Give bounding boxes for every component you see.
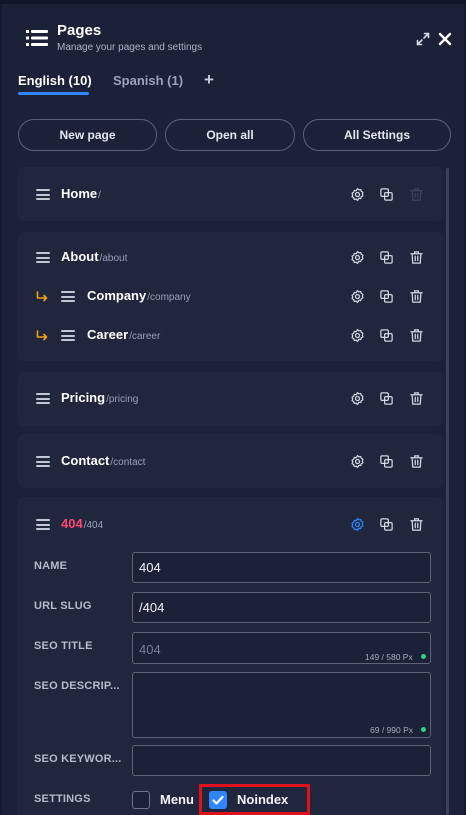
settings-label: SETTINGS	[34, 793, 91, 805]
highlight-box	[199, 784, 310, 815]
page-name: Company	[87, 288, 147, 303]
duplicate-icon[interactable]	[379, 250, 394, 265]
tab-english[interactable]: English (10)	[18, 73, 92, 88]
child-arrow-icon	[36, 329, 48, 341]
child-arrow-icon	[36, 290, 48, 302]
page-slug: /company	[147, 292, 191, 303]
page-slug: /about	[99, 253, 128, 264]
status-ok-dot	[421, 654, 426, 659]
panel-subtitle: Manage your pages and settings	[57, 42, 203, 53]
page-row-pricing[interactable]: Pricing/pricing	[61, 390, 138, 405]
scrollbar[interactable]	[446, 168, 449, 815]
duplicate-icon[interactable]	[379, 187, 394, 202]
delete-icon[interactable]	[409, 328, 424, 343]
duplicate-icon[interactable]	[379, 289, 394, 304]
settings-gear-icon[interactable]	[350, 391, 365, 406]
seo-description-label: SEO DESCRIP...	[34, 680, 120, 692]
drag-handle-icon[interactable]	[36, 189, 50, 200]
menu-checkbox[interactable]	[132, 791, 150, 809]
name-input[interactable]: 404	[132, 552, 431, 583]
delete-icon[interactable]	[409, 289, 424, 304]
url-slug-input[interactable]: /404	[132, 592, 431, 623]
settings-gear-icon[interactable]	[350, 250, 365, 265]
seo-keywords-input[interactable]	[132, 745, 431, 776]
page-name: About	[61, 249, 99, 264]
page-slug: /pricing	[106, 394, 139, 405]
duplicate-icon[interactable]	[379, 517, 394, 532]
drag-handle-icon[interactable]	[36, 393, 50, 404]
status-ok-dot	[421, 727, 426, 732]
delete-icon[interactable]	[409, 517, 424, 532]
page-row-career[interactable]: Career/career	[87, 327, 160, 342]
delete-icon[interactable]	[409, 250, 424, 265]
new-page-button[interactable]: New page	[18, 119, 157, 151]
page-row-about[interactable]: About/about	[61, 249, 127, 264]
duplicate-icon[interactable]	[379, 454, 394, 469]
list-icon	[26, 28, 48, 48]
page-name: Career	[87, 327, 129, 342]
all-settings-button[interactable]: All Settings	[303, 119, 451, 151]
page-name: Contact	[61, 453, 110, 468]
seo-keywords-label: SEO KEYWOR...	[34, 753, 122, 765]
expand-icon[interactable]	[416, 32, 430, 46]
close-icon[interactable]	[437, 31, 453, 47]
delete-icon-disabled	[409, 187, 424, 202]
page-name: Pricing	[61, 390, 106, 405]
page-row-home[interactable]: Home/	[61, 186, 101, 201]
seo-description-counter: 69 / 990 Px	[370, 725, 414, 735]
drag-handle-icon[interactable]	[36, 519, 50, 530]
settings-gear-icon[interactable]	[350, 289, 365, 304]
page-name: 404	[61, 516, 83, 531]
duplicate-icon[interactable]	[379, 391, 394, 406]
add-language-button[interactable]: +	[204, 70, 214, 90]
settings-gear-icon[interactable]	[350, 328, 365, 343]
tab-spanish[interactable]: Spanish (1)	[113, 73, 183, 88]
drag-handle-icon[interactable]	[36, 456, 50, 467]
name-label: NAME	[34, 560, 68, 572]
duplicate-icon[interactable]	[379, 328, 394, 343]
drag-handle-icon[interactable]	[61, 330, 75, 341]
page-row-404[interactable]: 404/404	[61, 516, 103, 531]
page-name: Home	[61, 186, 98, 201]
panel-title: Pages	[57, 22, 102, 39]
drag-handle-icon[interactable]	[61, 291, 75, 302]
delete-icon[interactable]	[409, 454, 424, 469]
page-slug: /	[98, 190, 101, 201]
menu-checkbox-label: Menu	[160, 792, 194, 807]
active-tab-indicator	[18, 92, 89, 95]
settings-gear-icon[interactable]	[350, 454, 365, 469]
url-slug-label: URL SLUG	[34, 600, 92, 612]
seo-title-label: SEO TITLE	[34, 640, 93, 652]
delete-icon[interactable]	[409, 391, 424, 406]
page-row-company[interactable]: Company/company	[87, 288, 191, 303]
seo-title-counter: 149 / 580 Px	[365, 652, 413, 662]
page-slug: /contact	[110, 457, 146, 468]
open-all-button[interactable]: Open all	[165, 119, 295, 151]
page-slug: /404	[83, 520, 104, 531]
settings-gear-icon-active[interactable]	[350, 517, 365, 532]
settings-gear-icon[interactable]	[350, 187, 365, 202]
page-row-contact[interactable]: Contact/contact	[61, 453, 145, 468]
page-slug: /career	[129, 331, 161, 342]
drag-handle-icon[interactable]	[36, 252, 50, 263]
